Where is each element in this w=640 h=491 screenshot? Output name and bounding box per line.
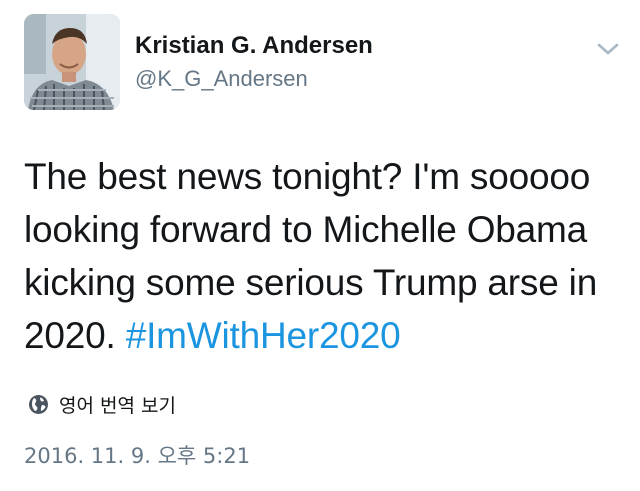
hashtag-link[interactable]: #ImWithHer2020	[126, 315, 401, 356]
translate-label[interactable]: 영어 번역 보기	[59, 391, 176, 418]
tweet-header: Kristian G. Andersen @K_G_Andersen	[24, 14, 620, 112]
tweet-text: The best news tonight? I'm sooooo lookin…	[24, 150, 624, 362]
globe-icon	[28, 394, 49, 415]
chevron-down-icon[interactable]	[596, 40, 620, 58]
tweet-timestamp[interactable]: 2016. 11. 9. 오후 5:21	[24, 443, 250, 469]
tweet-card: Kristian G. Andersen @K_G_Andersen The b…	[0, 0, 640, 491]
author-handle[interactable]: @K_G_Andersen	[135, 66, 565, 92]
avatar[interactable]	[24, 14, 120, 110]
translate-button[interactable]: 영어 번역 보기	[28, 391, 176, 417]
profile-photo	[24, 14, 120, 110]
author-identity[interactable]: Kristian G. Andersen @K_G_Andersen	[135, 32, 565, 92]
author-display-name[interactable]: Kristian G. Andersen	[135, 32, 565, 60]
